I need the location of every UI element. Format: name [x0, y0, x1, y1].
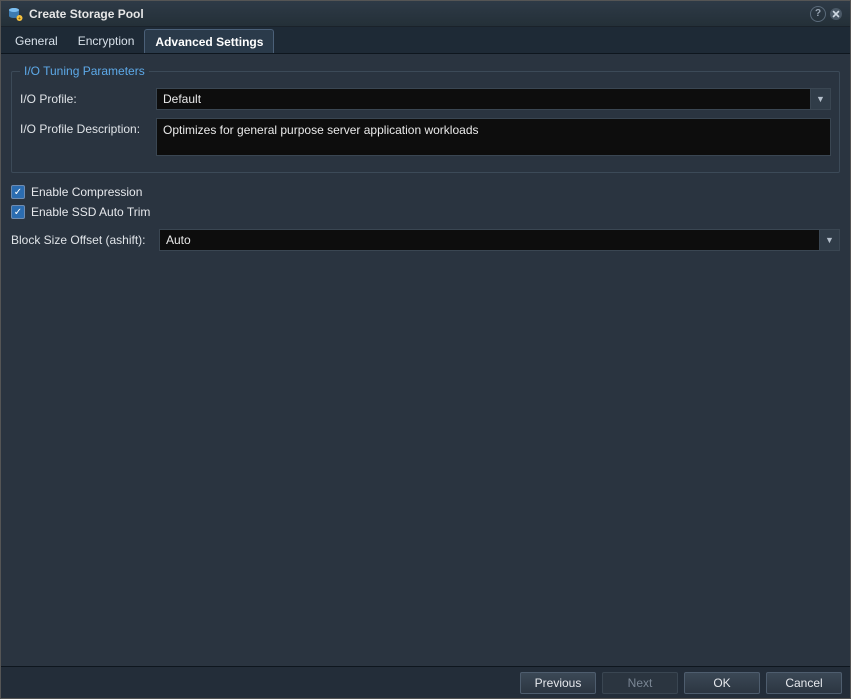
help-icon[interactable]: ?: [810, 6, 826, 22]
io-profile-desc: Optimizes for general purpose server app…: [156, 118, 831, 156]
io-profile-value: Default: [163, 92, 201, 106]
ashift-label: Block Size Offset (ashift):: [11, 229, 159, 247]
chevron-down-icon: ▼: [819, 230, 839, 250]
ashift-select[interactable]: Auto ▼: [159, 229, 840, 251]
enable-compression-row: ✓ Enable Compression: [11, 185, 840, 199]
enable-autotrim-row: ✓ Enable SSD Auto Trim: [11, 205, 840, 219]
titlebar-buttons: ?: [810, 6, 844, 22]
enable-autotrim-label: Enable SSD Auto Trim: [31, 205, 150, 219]
ashift-row: Block Size Offset (ashift): Auto ▼: [11, 229, 840, 251]
cancel-button[interactable]: Cancel: [766, 672, 842, 694]
tab-general[interactable]: General: [5, 27, 68, 53]
dialog-title: Create Storage Pool: [29, 7, 810, 21]
enable-compression-checkbox[interactable]: ✓: [11, 185, 25, 199]
svg-text:+: +: [18, 16, 21, 22]
io-tuning-legend: I/O Tuning Parameters: [20, 64, 149, 78]
enable-autotrim-checkbox[interactable]: ✓: [11, 205, 25, 219]
close-icon[interactable]: [828, 6, 844, 22]
io-profile-label: I/O Profile:: [20, 88, 156, 106]
tabstrip: General Encryption Advanced Settings: [1, 27, 850, 54]
dialog-window: + Create Storage Pool ? General Encrypti…: [0, 0, 851, 699]
io-tuning-group: I/O Tuning Parameters I/O Profile: Defau…: [11, 64, 840, 173]
previous-button[interactable]: Previous: [520, 672, 596, 694]
dialog-footer: Previous Next OK Cancel: [1, 666, 850, 698]
io-profile-desc-label: I/O Profile Description:: [20, 118, 156, 136]
chevron-down-icon: ▼: [810, 89, 830, 109]
enable-compression-label: Enable Compression: [31, 185, 142, 199]
io-profile-desc-row: I/O Profile Description: Optimizes for g…: [20, 118, 831, 156]
ashift-value: Auto: [166, 233, 191, 247]
titlebar: + Create Storage Pool ?: [1, 1, 850, 27]
next-button: Next: [602, 672, 678, 694]
storage-pool-icon: +: [7, 6, 23, 22]
dialog-content: I/O Tuning Parameters I/O Profile: Defau…: [1, 54, 850, 666]
ok-button[interactable]: OK: [684, 672, 760, 694]
io-profile-select[interactable]: Default ▼: [156, 88, 831, 110]
io-profile-row: I/O Profile: Default ▼: [20, 88, 831, 110]
tab-encryption[interactable]: Encryption: [68, 27, 145, 53]
tab-advanced-settings[interactable]: Advanced Settings: [144, 29, 274, 53]
